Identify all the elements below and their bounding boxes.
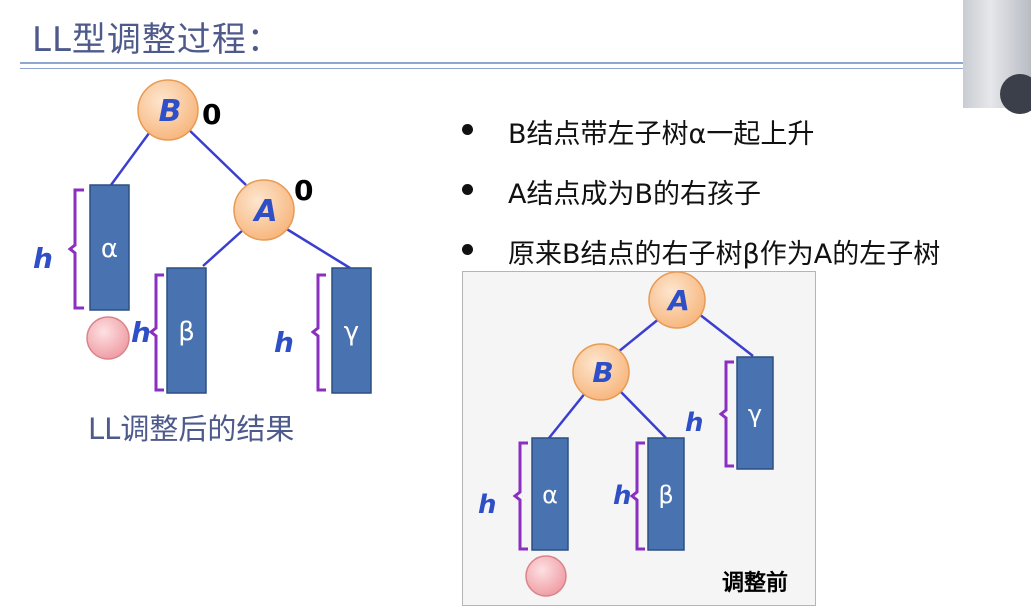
height-brace-alpha bbox=[512, 441, 528, 551]
height-brace-beta bbox=[629, 441, 645, 551]
edge-a-gamma bbox=[698, 313, 754, 357]
edge-a-b bbox=[617, 317, 661, 353]
before-label: 调整前 bbox=[722, 571, 789, 596]
node-b-label: B bbox=[592, 356, 613, 389]
node-a-label: A bbox=[666, 284, 690, 317]
edge-b-alpha bbox=[548, 391, 587, 439]
subtree-beta-label: β bbox=[658, 481, 673, 509]
height-label-gamma: h bbox=[685, 408, 704, 438]
subtree-alpha-label: α bbox=[542, 481, 558, 509]
height-brace-gamma bbox=[718, 360, 734, 468]
before-tree-diagram: γ α β h h h A B bbox=[478, 271, 774, 597]
height-label-beta: h bbox=[613, 481, 632, 511]
subtree-gamma-label: γ bbox=[748, 400, 762, 428]
edge-b-beta bbox=[619, 390, 667, 439]
height-label-alpha: h bbox=[478, 490, 497, 520]
inserted-node bbox=[525, 555, 567, 597]
